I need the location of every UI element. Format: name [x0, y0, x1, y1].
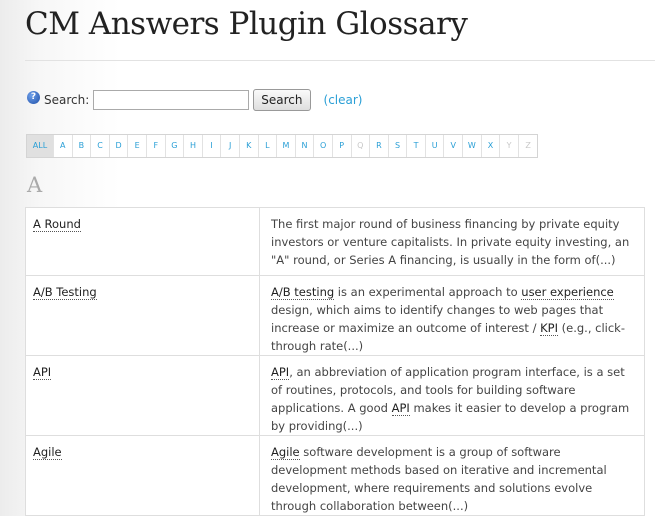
search-input[interactable]: [93, 90, 250, 110]
help-icon[interactable]: ?: [27, 90, 40, 104]
letter-filter-bar: ALL A B C D E F G H I J K L M N O P Q R S T U V W X Y Z: [26, 134, 539, 158]
letter-filter-t[interactable]: T: [407, 135, 426, 157]
term-link[interactable]: A/B Testing: [33, 285, 97, 300]
letter-filter-u[interactable]: U: [426, 135, 445, 157]
letter-filter-i[interactable]: I: [203, 135, 222, 157]
glossary-row: API API, an abbreviation of application p…: [25, 355, 645, 436]
inline-term-link[interactable]: KPI: [540, 321, 558, 336]
glossary-row: Agile Agile software development is a gro…: [25, 435, 645, 516]
letter-filter-d[interactable]: D: [110, 135, 129, 157]
letter-filter-o[interactable]: O: [314, 135, 333, 157]
letter-filter-h[interactable]: H: [184, 135, 203, 157]
letter-filter-q: Q: [352, 135, 371, 157]
letter-filter-v[interactable]: V: [444, 135, 464, 157]
letter-filter-z: Z: [525, 141, 531, 150]
term-cell: API: [25, 355, 260, 436]
letter-filter-m[interactable]: M: [277, 135, 296, 157]
term-description: The first major round of business financ…: [259, 207, 645, 276]
inline-term-link[interactable]: API: [391, 401, 410, 416]
letter-filter-a[interactable]: A: [54, 135, 73, 157]
letter-filter-k[interactable]: K: [240, 135, 259, 157]
glossary-row: A Round The first major round of business…: [25, 207, 645, 276]
letter-filter-f[interactable]: F: [147, 135, 166, 157]
inline-term-link[interactable]: API: [271, 365, 290, 380]
glossary-row: A/B Testing A/B testing is an experimenta…: [25, 275, 645, 356]
term-link[interactable]: A Round: [33, 217, 81, 232]
term-description: API, an abbreviation of application prog…: [259, 355, 645, 436]
clear-link[interactable]: (clear): [324, 93, 363, 107]
letter-filter-n[interactable]: N: [296, 135, 315, 157]
letter-filter-g[interactable]: G: [166, 135, 185, 157]
term-cell: Agile: [25, 435, 260, 516]
search-label: Search:: [44, 93, 90, 107]
letter-filter-s[interactable]: S: [389, 135, 408, 157]
term-description: Agile software development is a group of…: [259, 435, 645, 516]
inline-term-link[interactable]: A/B testing: [271, 285, 335, 300]
letter-filter-p[interactable]: P: [333, 135, 352, 157]
description-text: is an experimental approach to: [334, 285, 522, 299]
inline-term-link[interactable]: user experience: [521, 285, 614, 300]
page-title: CM Answers Plugin Glossary: [25, 6, 468, 42]
letter-filter-all[interactable]: ALL: [27, 135, 54, 157]
section-letter-heading: A: [27, 173, 43, 197]
search-bar: ? Search: Search (clear): [27, 88, 362, 112]
letter-filter-r[interactable]: R: [370, 135, 389, 157]
term-link[interactable]: Agile: [33, 445, 62, 460]
letter-filter-x[interactable]: X: [482, 135, 501, 157]
inline-term-link[interactable]: Agile: [271, 445, 300, 460]
term-description: A/B testing is an experimental approach …: [259, 275, 645, 356]
search-button[interactable]: Search: [253, 89, 311, 111]
description-text: software development is a group of softw…: [271, 445, 607, 513]
glossary-table: A Round The first major round of business…: [25, 207, 645, 516]
term-cell: A/B Testing: [25, 275, 260, 356]
letter-filter-j[interactable]: J: [221, 135, 240, 157]
letter-filter-e[interactable]: E: [128, 135, 147, 157]
term-link[interactable]: API: [33, 365, 52, 380]
letter-filter-w[interactable]: W: [463, 135, 482, 157]
letter-filter-y: Y: [500, 135, 519, 157]
letter-filter-l[interactable]: L: [259, 135, 278, 157]
letter-filter-c[interactable]: C: [91, 135, 110, 157]
letter-filter-b[interactable]: B: [73, 135, 92, 157]
description-text: The first major round of business financ…: [271, 217, 630, 267]
title-divider: [25, 60, 655, 61]
term-cell: A Round: [25, 207, 260, 276]
